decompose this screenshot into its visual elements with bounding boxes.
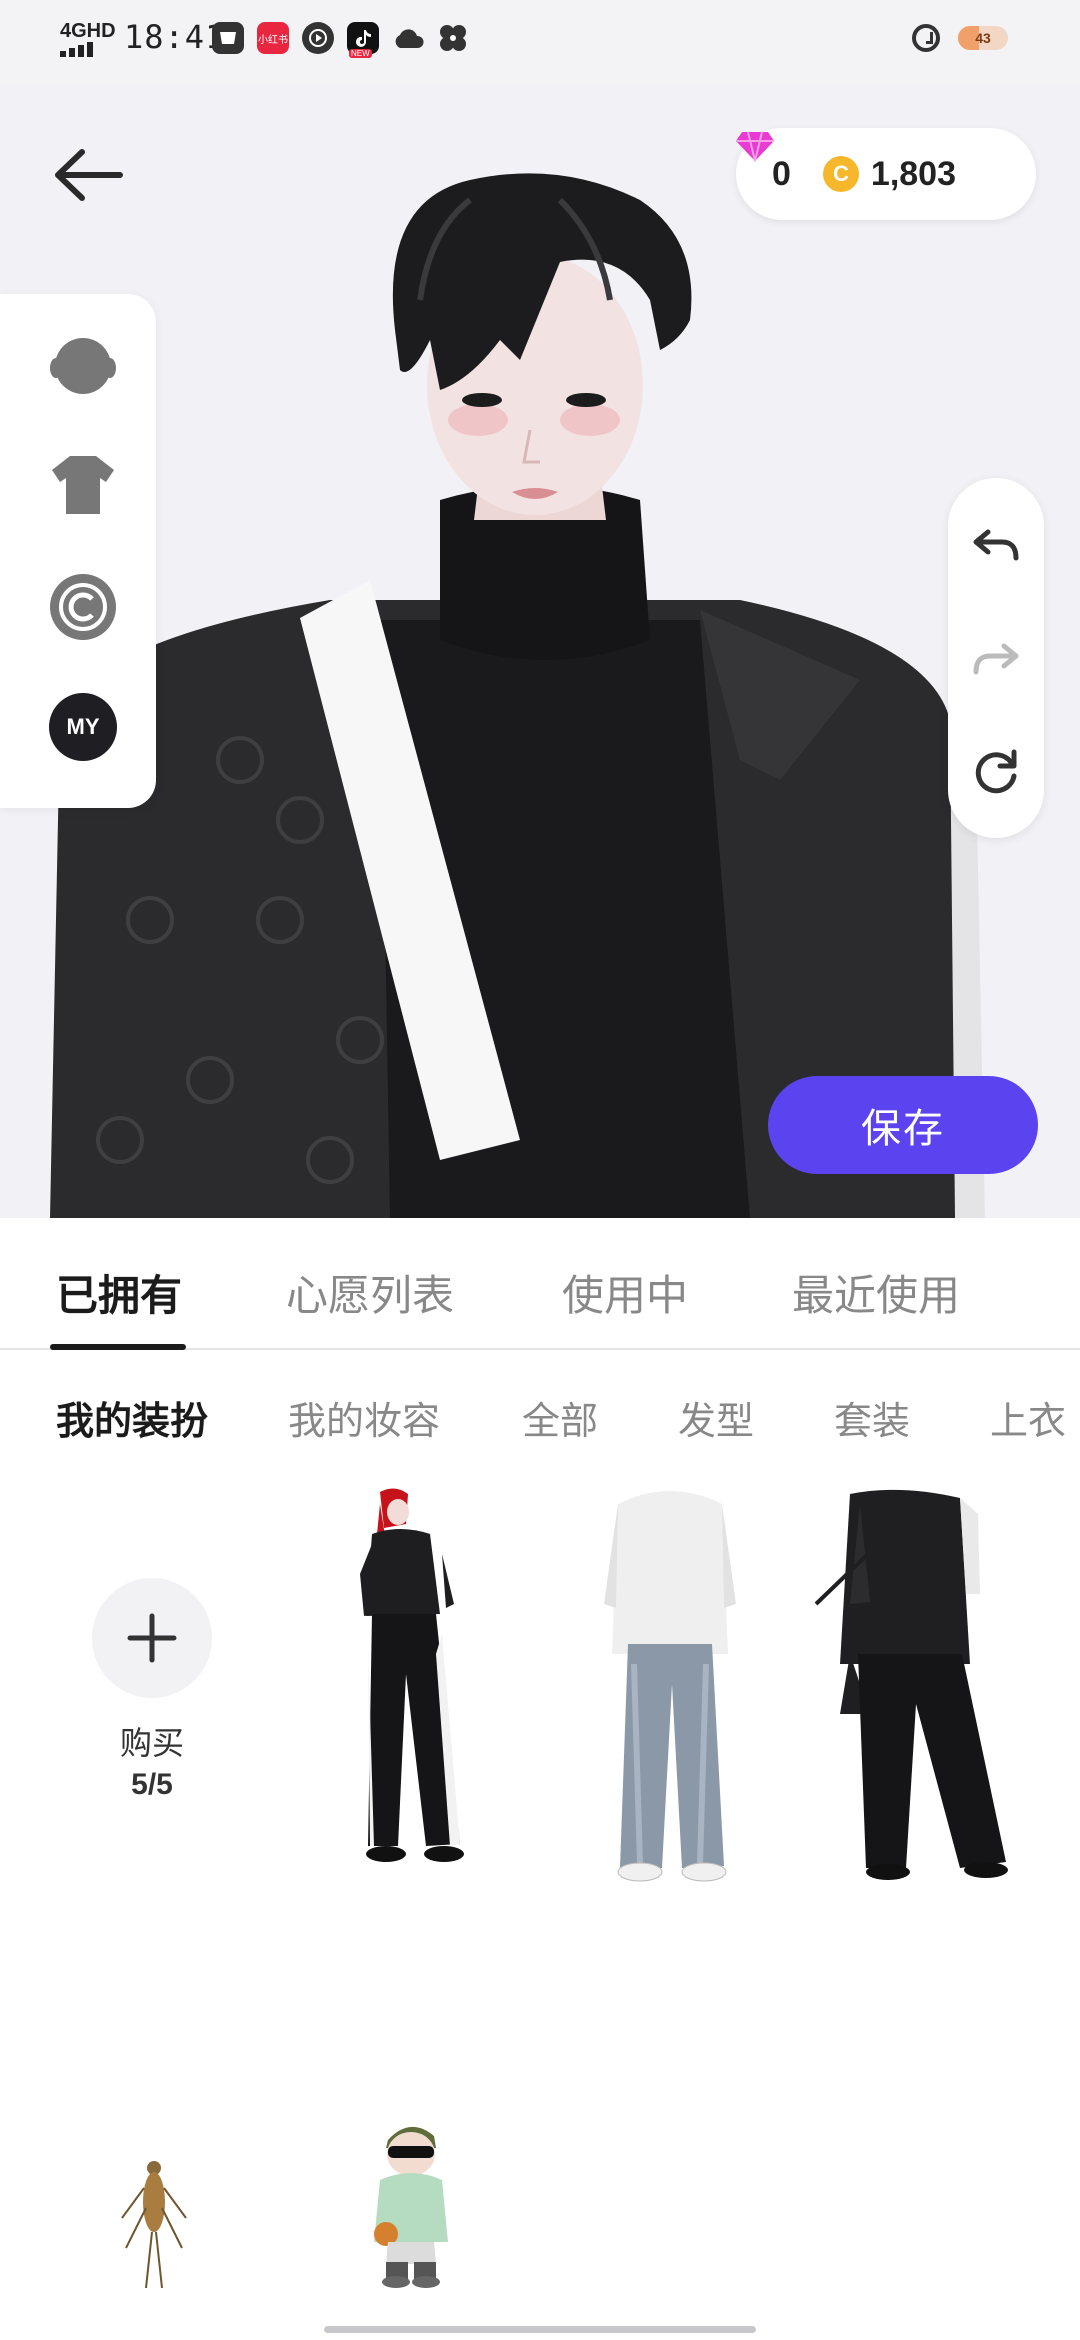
green-hoodie-kid-thumbnail	[374, 2126, 448, 2288]
coin-count: 1,803	[870, 154, 957, 193]
back-button[interactable]	[50, 140, 130, 210]
outfit-item-1[interactable]	[350, 1484, 490, 1874]
subtab-sets[interactable]: 套装	[834, 1390, 910, 1445]
undo-icon	[973, 529, 1019, 561]
copyright-category-button[interactable]	[48, 572, 118, 642]
network-label: 4GHD	[60, 20, 116, 42]
coin-icon: C	[822, 156, 859, 192]
tab-wishlist[interactable]: 心愿列表	[286, 1262, 454, 1323]
buy-button[interactable]	[92, 1578, 212, 1698]
avatar-stage[interactable]: 0 C 1,803 MY 保存	[0, 84, 1080, 1218]
diamond-count: 0	[772, 154, 791, 193]
undo-button[interactable]	[970, 518, 1022, 570]
notification-icons: 小红书 NEW	[212, 22, 469, 58]
tiktok-badge: NEW	[349, 49, 372, 58]
back-arrow-icon	[55, 149, 123, 201]
reset-button[interactable]	[970, 746, 1022, 798]
cloud-icon	[392, 22, 424, 54]
redo-icon	[973, 643, 1019, 675]
network-indicator: 4GHD	[60, 20, 116, 57]
history-controls	[948, 478, 1044, 838]
subtab-all[interactable]: 全部	[522, 1390, 598, 1445]
battery-level: 43	[975, 30, 991, 46]
wardrobe-panel: 已拥有 心愿列表 使用中 最近使用 我的装扮 我的妆容 全部 发型 套装 上衣 …	[0, 1218, 1080, 2340]
buy-tile[interactable]: 购买 5/5	[92, 1578, 212, 1802]
my-category-button[interactable]: MY	[48, 692, 118, 762]
diamond-icon	[736, 131, 774, 162]
clothing-category-button[interactable]	[48, 452, 118, 522]
insect-thumbnail	[121, 2161, 187, 2288]
tab-in-use[interactable]: 使用中	[562, 1262, 688, 1323]
tshirt-icon	[52, 456, 114, 514]
alarm-icon	[912, 24, 940, 52]
tab-recent[interactable]: 最近使用	[792, 1262, 960, 1323]
main-tabs: 已拥有 心愿列表 使用中 最近使用	[0, 1218, 1080, 1350]
signal-icon	[60, 42, 116, 57]
sub-tabs: 我的装扮 我的妆容 全部 发型 套装 上衣	[0, 1390, 1080, 1450]
outfit-item-5[interactable]	[366, 2118, 456, 2288]
redo-button[interactable]	[970, 632, 1022, 684]
red-hair-outfit-thumbnail	[360, 1488, 464, 1862]
black-robe-thumbnail	[814, 1489, 1008, 1880]
pinwheel-icon	[437, 22, 469, 54]
xiaohongshu-app-icon: 小红书	[257, 22, 289, 54]
battery-icon: 43	[958, 26, 1008, 50]
slot-count: 5/5	[131, 1768, 173, 1801]
subtab-my-outfits[interactable]: 我的装扮	[56, 1390, 208, 1445]
copyright-icon	[50, 574, 116, 640]
plus-icon	[127, 1613, 177, 1663]
outfit-item-3[interactable]	[810, 1484, 1010, 1884]
face-category-button[interactable]	[48, 332, 118, 402]
refresh-icon	[975, 749, 1017, 794]
subtab-tops[interactable]: 上衣	[990, 1390, 1066, 1445]
shopping-app-icon	[212, 22, 244, 54]
status-right: 43	[912, 24, 1008, 52]
subtab-hairstyle[interactable]: 发型	[678, 1390, 754, 1445]
home-indicator[interactable]	[324, 2326, 756, 2333]
status-time: 18:41	[124, 18, 226, 56]
save-button[interactable]: 保存	[768, 1076, 1038, 1174]
currency-balance[interactable]: 0 C 1,803	[736, 128, 1036, 220]
tiktok-app-icon: NEW	[347, 22, 379, 58]
subtab-my-makeup[interactable]: 我的妆容	[288, 1390, 440, 1445]
head-icon	[50, 338, 116, 394]
my-badge: MY	[49, 693, 117, 761]
category-side-menu: MY	[0, 294, 156, 808]
tab-owned[interactable]: 已拥有	[56, 1262, 182, 1323]
white-hoodie-thumbnail	[604, 1491, 736, 1882]
avatar-figure	[50, 173, 985, 1218]
buy-label: 购买	[119, 1725, 184, 1761]
outfit-item-2[interactable]	[600, 1484, 740, 1884]
video-app-icon	[302, 22, 334, 54]
outfit-item-4[interactable]	[116, 2148, 192, 2288]
xiaohongshu-label: 小红书	[258, 34, 288, 46]
tab-indicator	[50, 1344, 186, 1350]
status-bar: 4GHD 18:41 小红书 NEW 43	[0, 0, 1080, 84]
